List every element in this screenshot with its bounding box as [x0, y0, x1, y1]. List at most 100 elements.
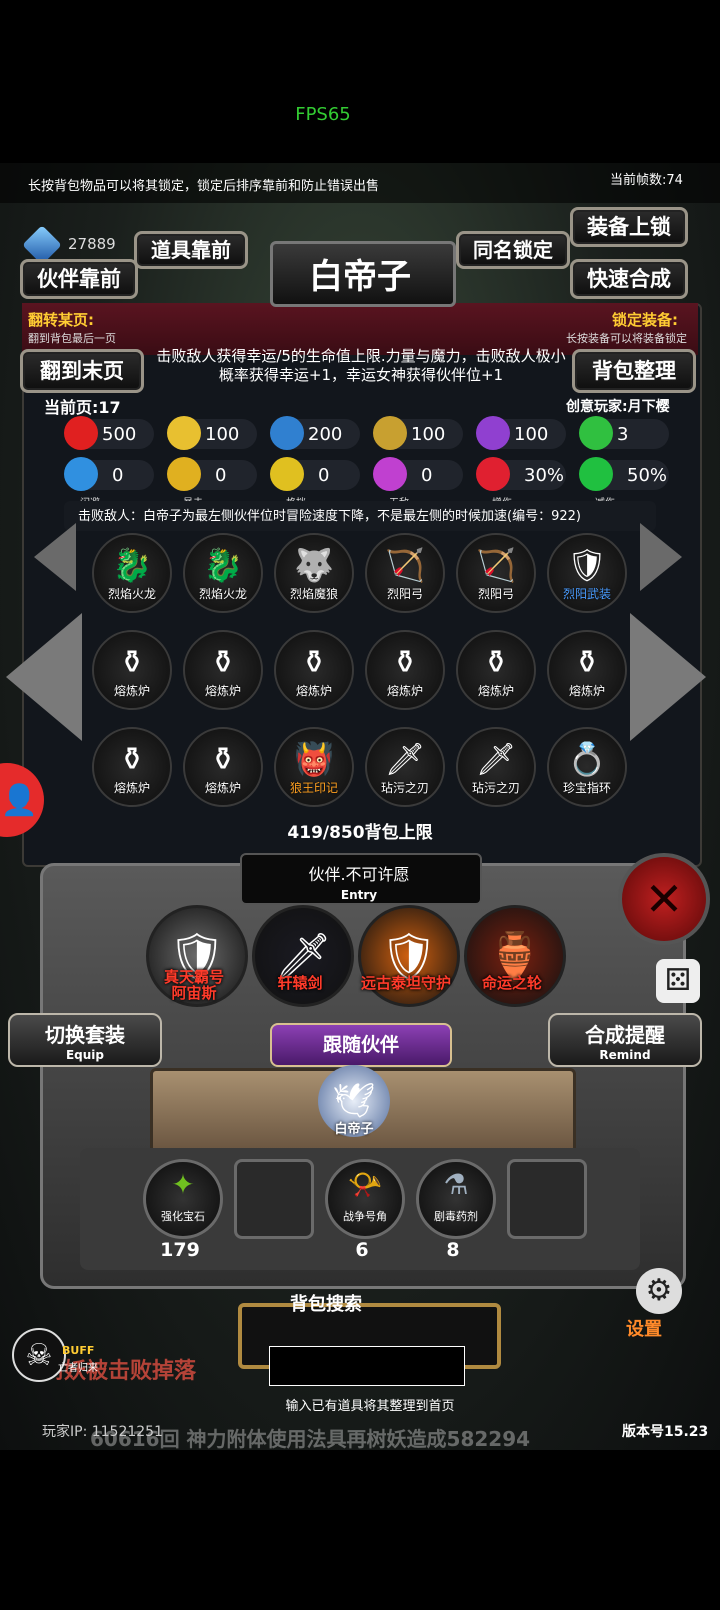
bag-slot[interactable]: ⚱ 熔炼炉	[183, 630, 263, 710]
bag-slot[interactable]: 🏹 烈阳弓	[456, 533, 536, 613]
furnace-icon: ⚱	[573, 643, 601, 681]
bag-slot[interactable]: 🗡 玷污之刃	[456, 727, 536, 807]
gear-icon[interactable]: ⚙	[636, 1268, 682, 1314]
entry-sub: Entry	[340, 888, 378, 902]
tainted-blade-icon: 🗡	[384, 740, 426, 778]
treasure-ring-icon: 💍	[567, 740, 607, 778]
dice-icon[interactable]: ⚄	[656, 959, 700, 1003]
bag-item-name: 熔炼炉	[477, 684, 514, 698]
bag-item-name: 玷污之刃	[380, 781, 429, 795]
creator-name: 创意玩家:月下樱	[566, 399, 670, 415]
lock-equip-sub: 长按装备可以将装备锁定	[566, 332, 687, 345]
bag-item-name: 熔炼炉	[113, 684, 150, 698]
empty-slot[interactable]	[507, 1159, 587, 1239]
frame-count: 当前帧数:74	[610, 173, 683, 188]
poison-potion-icon: ⚗	[443, 1168, 469, 1201]
stat-chip: 3	[579, 416, 669, 450]
follow-partner-name: 白帝子	[334, 1122, 374, 1137]
invincible-icon	[373, 457, 407, 491]
bag-slot[interactable]: ⚱ 熔炼炉	[274, 630, 354, 710]
stat-value: 50%	[627, 465, 668, 486]
close-icon[interactable]: ✕	[618, 853, 710, 945]
stat-value: 3	[617, 424, 629, 445]
buff-label: BUFF	[62, 1344, 95, 1357]
page-title: 白帝子	[309, 257, 411, 297]
crit-icon	[167, 457, 201, 491]
enhance-gem-icon: ✦	[171, 1168, 195, 1201]
stat-value: 100	[205, 424, 240, 445]
settings-label[interactable]: 设置	[626, 1315, 662, 1341]
merge-remind-button[interactable]: 合成提醒 Remind	[548, 1013, 702, 1067]
effect-text: 击败敌人：白帝子为最左侧伙伴位时冒险速度下降，不是最左侧的时候加速(编号：922…	[78, 509, 581, 524]
block-icon	[270, 457, 304, 491]
follow-partner-button[interactable]: 跟随伙伴	[270, 1023, 452, 1067]
consumable-name: 强化宝石	[161, 1210, 205, 1223]
empty-slot[interactable]	[234, 1159, 314, 1239]
gem-value: 27889	[68, 235, 116, 253]
bag-slot[interactable]: ⚱ 熔炼炉	[456, 630, 536, 710]
bag-slot[interactable]: ⚱ 熔炼炉	[365, 630, 445, 710]
bag-item-name: 熔炼炉	[295, 684, 332, 698]
item-first-button[interactable]: 道具靠前	[134, 231, 248, 269]
bag-slot[interactable]: 🐉 烈焰火龙	[183, 533, 263, 613]
bag-slot[interactable]: ⚱ 熔炼炉	[92, 727, 172, 807]
stat-value: 30%	[524, 465, 565, 486]
red-dragon-icon: 🐉	[112, 546, 152, 584]
bag-slot[interactable]: ⚱ 熔炼炉	[92, 630, 172, 710]
partner-first-button[interactable]: 伙伴靠前	[20, 259, 138, 299]
same-name-lock-button[interactable]: 同名锁定	[456, 231, 570, 269]
damage-up-icon	[476, 457, 510, 491]
furnace-icon: ⚱	[118, 740, 146, 778]
magic-icon	[270, 416, 304, 450]
switch-set-label: 切换套装	[45, 1023, 125, 1047]
stat-value: 100	[411, 424, 446, 445]
quick-merge-button[interactable]: 快速合成	[570, 259, 688, 299]
stat-value: 500	[102, 424, 137, 445]
bag-item-name: 熔炼炉	[204, 684, 241, 698]
bag-slot[interactable]: 👹 狼王印记	[274, 727, 354, 807]
stat-chip: 0暴击	[167, 457, 257, 509]
consumable-name: 战争号角	[343, 1210, 387, 1223]
bag-slot[interactable]: 🗡 玷污之刃	[365, 727, 445, 807]
consumable-slot[interactable]: ⚗ 剧毒药剂	[416, 1159, 496, 1239]
hero-name: 真天霸号 阿宙斯	[163, 968, 224, 1002]
stat-chip: 100	[373, 416, 463, 450]
furnace-icon: ⚱	[209, 643, 237, 681]
bag-slot[interactable]: 🏹 烈阳弓	[365, 533, 445, 613]
stat-chip: 100	[167, 416, 257, 450]
bag-slot[interactable]: 🐉 烈焰火龙	[92, 533, 172, 613]
switch-set-button[interactable]: 切换套装 Equip	[8, 1013, 162, 1067]
prev-page-arrow-icon[interactable]	[6, 613, 82, 741]
bag-slot[interactable]: ⚱ 熔炼炉	[183, 727, 263, 807]
consumable-slot[interactable]: ✦ 强化宝石	[143, 1159, 223, 1239]
consumable-slot[interactable]: 📯 战争号角	[325, 1159, 405, 1239]
bag-item-name: 熔炼炉	[113, 781, 150, 795]
organize-button[interactable]: 背包整理	[572, 349, 696, 393]
stat-chip: 0格挡	[270, 457, 360, 509]
lock-equip-title: 锁定装备:	[612, 311, 678, 329]
flip-page-title: 翻转某页:	[28, 311, 94, 329]
buff-name: 亡者归来	[58, 1363, 98, 1374]
furnace-icon: ⚱	[209, 740, 237, 778]
search-label: 背包搜索	[290, 1294, 362, 1315]
next-small-arrow-icon[interactable]	[640, 523, 682, 591]
equip-lock-button[interactable]: 装备上锁	[570, 207, 688, 247]
bag-slot[interactable]: 💍 珍宝指环	[547, 727, 627, 807]
bag-capacity: 419/850背包上限	[287, 823, 433, 843]
last-page-button[interactable]: 翻到末页	[20, 349, 144, 393]
bag-item-name: 珍宝指环	[562, 781, 611, 795]
prev-small-arrow-icon[interactable]	[34, 523, 76, 591]
strength-icon	[167, 416, 201, 450]
next-page-arrow-icon[interactable]	[630, 613, 706, 741]
bag-item-name: 玷污之刃	[471, 781, 520, 795]
bag-item-name: 烈焰火龙	[198, 587, 247, 601]
bag-slot[interactable]: 🛡 烈阳武装	[547, 533, 627, 613]
consumable-count: 179	[160, 1239, 200, 1261]
stat-chip: 0无敌	[373, 457, 463, 509]
search-input[interactable]	[269, 1346, 465, 1386]
bag-slot[interactable]: ⚱ 熔炼炉	[547, 630, 627, 710]
bag-slot[interactable]: 🐺 烈焰魔狼	[274, 533, 354, 613]
stat-chip: 100	[476, 416, 566, 450]
hero-name: 远古泰坦守护	[360, 974, 451, 992]
bag-item-name: 熔炼炉	[386, 684, 423, 698]
